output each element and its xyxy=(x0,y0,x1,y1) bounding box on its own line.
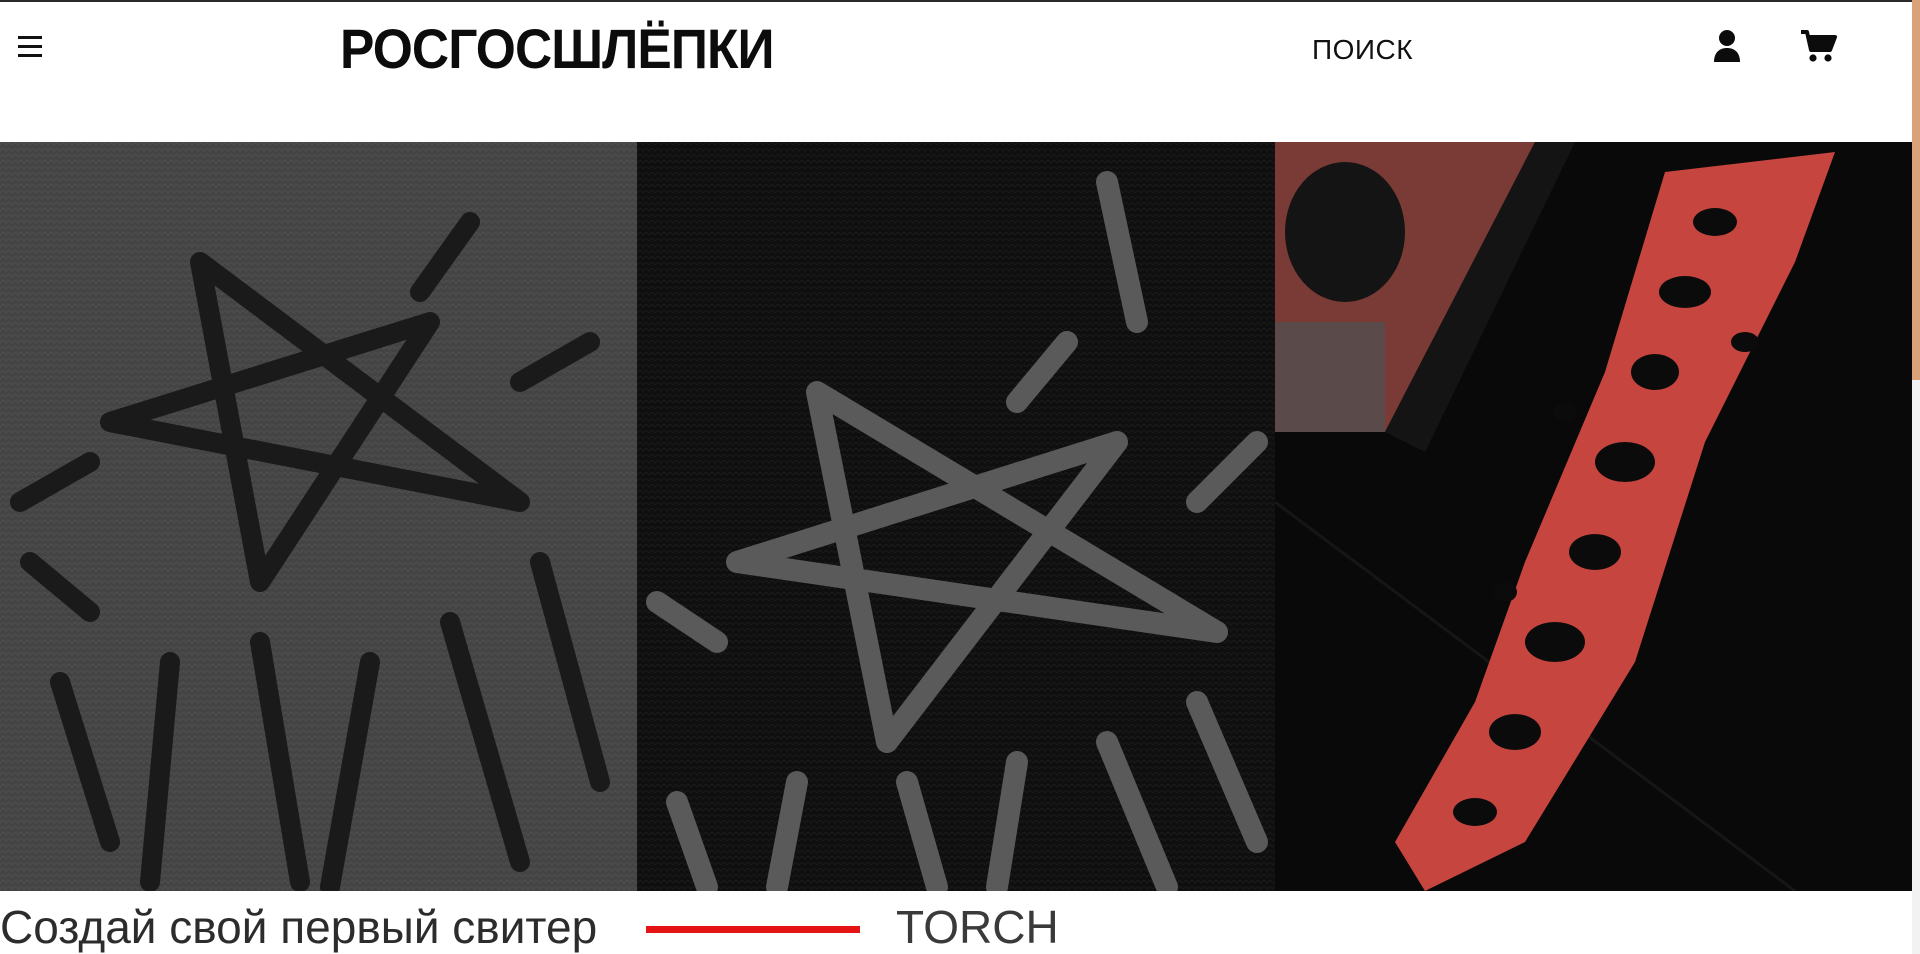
scrollbar-track[interactable] xyxy=(1912,380,1920,954)
cart-icon[interactable] xyxy=(1800,28,1837,64)
promo-tagline: Создай свой первый свитер xyxy=(0,901,598,953)
user-icon[interactable] xyxy=(1710,28,1744,64)
hero-banner xyxy=(0,142,1912,891)
search-link[interactable]: ПОИСК xyxy=(1312,34,1413,66)
site-header: РОСГОСШЛЁПКИ ПОИСК xyxy=(0,2,1912,142)
banner-image-black-sweater[interactable] xyxy=(637,142,1275,891)
site-logo[interactable]: РОСГОСШЛЁПКИ xyxy=(340,16,775,81)
promo-divider xyxy=(646,926,860,933)
banner-image-grey-sweater[interactable] xyxy=(0,142,637,891)
promo-product-name[interactable]: TORCH xyxy=(896,900,1059,954)
banner-image-red-print-jacket[interactable] xyxy=(1275,142,1912,891)
hamburger-icon[interactable] xyxy=(18,36,42,58)
